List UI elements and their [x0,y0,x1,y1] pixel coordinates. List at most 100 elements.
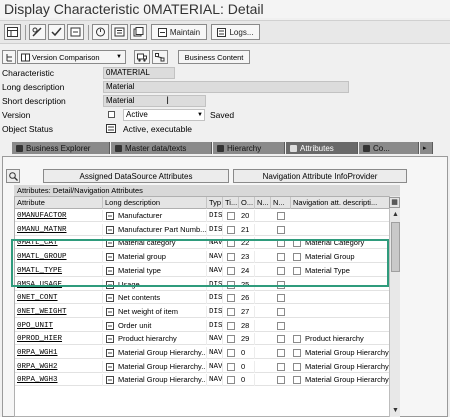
time-dependent-checkbox[interactable] [227,362,235,371]
table-row[interactable]: 0RPA_WGH3 Material Group Hierarchy... NAV 0… [15,374,399,387]
time-dependent-checkbox[interactable] [227,239,235,248]
table-row[interactable]: 0MSA_USAGE Usage DIS 25 [15,278,399,291]
text-checkbox[interactable] [277,307,285,316]
attribute-cell[interactable]: 0PO_UNIT [15,319,103,332]
version-select[interactable]: Active ▼ [123,109,205,121]
maintain-button[interactable]: Maintain [151,24,207,40]
time-dependent-checkbox[interactable] [227,307,235,316]
text-checkbox[interactable] [277,212,285,220]
text-checkbox[interactable] [277,225,285,234]
attribute-cell[interactable]: 0RPA_WGH2 [15,360,103,373]
long-description-field[interactable]: Material [103,81,349,93]
time-dependent-checkbox[interactable] [227,294,235,303]
tab-hierarchy[interactable]: Hierarchy [213,142,285,154]
object-directory-button[interactable] [111,24,128,40]
attribute-cell[interactable]: 0MATL_TYPE [15,264,103,277]
business-content-button[interactable]: Business Content [178,50,250,64]
nav-checkbox[interactable] [293,266,301,275]
attribute-cell[interactable]: 0NET_WEIGHT [15,305,103,318]
nav-checkbox[interactable] [293,376,301,385]
detail-view-button[interactable] [6,169,20,183]
characteristic-field[interactable]: 0MATERIAL [103,67,175,79]
table-row[interactable]: 0MANU_MATNR Manufacturer Part Numb... DIS 2… [15,223,399,236]
time-dependent-checkbox[interactable] [227,212,235,220]
tab-compounding[interactable]: Co... [359,142,419,154]
table-row[interactable]: 0RPA_WGH1 Material Group Hierarchy... NAV 0… [15,347,399,359]
table-row[interactable]: 0PROD_HIER Product hierarchy NAV 29 Product … [15,333,399,346]
scroll-up-icon[interactable]: ▲ [391,210,400,219]
nav-checkbox[interactable] [293,253,301,262]
text-checkbox[interactable] [277,253,285,262]
text-checkbox[interactable] [277,362,285,371]
transport-button[interactable] [134,50,150,64]
time-dependent-checkbox[interactable] [227,376,235,385]
text-checkbox[interactable] [277,266,285,275]
attribute-cell[interactable]: 0PROD_HIER [15,333,103,346]
table-row[interactable]: 0RPA_WGH2 Material Group Hierarchy... NAV 0… [15,360,399,373]
long-description-cell: Material category [116,237,207,250]
metadata-button[interactable] [130,24,147,40]
table-row[interactable]: 0MATL_GROUP Material group NAV 23 Material G… [15,251,399,264]
table-vertical-scrollbar[interactable]: ▲ ▼ [389,196,400,417]
table-row[interactable]: 0MANUFACTOR Manufacturer DIS 20 [15,210,399,222]
time-dependent-checkbox[interactable] [227,335,235,344]
scroll-down-icon[interactable]: ▼ [391,406,400,415]
attribute-cell[interactable]: 0RPA_WGH1 [15,347,103,359]
scroll-thumb[interactable] [391,222,400,272]
col-nav[interactable]: N... [255,197,271,209]
attribute-cell[interactable]: 0MANUFACTOR [15,210,103,222]
text-checkbox[interactable] [277,321,285,330]
col-text[interactable]: N... [271,197,291,209]
assigned-datasource-attributes-button[interactable]: Assigned DataSource Attributes [43,169,229,183]
table-row[interactable]: 0NET_WEIGHT Net weight of item DIS 27 [15,305,399,318]
short-description-field[interactable]: Material [103,95,206,107]
time-dependent-checkbox[interactable] [227,225,235,234]
tab-master-data-texts[interactable]: Master data/texts [111,142,212,154]
table-row[interactable]: 0PO_UNIT Order unit DIS 28 [15,319,399,332]
text-checkbox[interactable] [277,335,285,344]
time-dependent-checkbox[interactable] [227,266,235,275]
column-settings-icon[interactable]: ▦ [389,197,400,208]
col-long-description[interactable]: Long description [103,197,207,209]
logs-button[interactable]: Logs... [211,24,260,40]
nav-checkbox[interactable] [293,335,301,344]
other-object-button[interactable] [4,24,21,40]
nav-checkbox[interactable] [293,362,301,371]
col-order[interactable]: O... [239,197,255,209]
tab-business-explorer[interactable]: Business Explorer [12,142,110,154]
col-attribute[interactable]: Attribute [15,197,103,209]
tab-attributes[interactable]: Attributes [286,142,358,154]
text-checkbox[interactable] [277,294,285,303]
attribute-cell[interactable]: 0MSA_USAGE [15,278,103,291]
attribute-cell[interactable]: 0MATL_GROUP [15,251,103,264]
time-dependent-checkbox[interactable] [227,280,235,289]
attribute-cell[interactable]: 0RPA_WGH3 [15,374,103,387]
time-dependent-checkbox[interactable] [227,321,235,330]
activate-button[interactable] [67,24,84,40]
col-nav-description[interactable]: Navigation att. descripti... [291,197,391,209]
time-dependent-checkbox[interactable] [227,349,235,357]
attribute-cell[interactable]: 0MANU_MATNR [15,223,103,236]
attribute-cell[interactable]: 0NET_CONT [15,292,103,305]
col-type[interactable]: Typ [207,197,223,209]
table-row[interactable]: 0MATL_CAT Material category NAV 22 Material … [15,237,399,250]
display-change-button[interactable] [29,24,46,40]
nav-checkbox[interactable] [293,239,301,248]
text-checkbox[interactable] [277,376,285,385]
time-dependent-checkbox[interactable] [227,253,235,262]
tab-scroll-button[interactable]: ▸ [420,142,433,154]
check-button[interactable] [48,24,65,40]
data-flow-button[interactable] [152,50,168,64]
col-time-dependent[interactable]: Ti... [223,197,239,209]
where-used-button[interactable] [92,24,109,40]
version-comparison-dropdown[interactable]: Version Comparison ▼ [17,50,126,64]
text-checkbox[interactable] [277,349,285,357]
navigation-attribute-infoprovider-button[interactable]: Navigation Attribute InfoProvider [233,169,407,183]
attribute-cell[interactable]: 0MATL_CAT [15,237,103,250]
hierarchy-toggle-button[interactable] [2,50,16,64]
table-row[interactable]: 0MATL_TYPE Material type NAV 24 Material Typ… [15,264,399,277]
text-checkbox[interactable] [277,239,285,248]
table-row[interactable]: 0NET_CONT Net contents DIS 26 [15,292,399,305]
text-checkbox[interactable] [277,280,285,289]
nav-checkbox[interactable] [293,349,301,357]
